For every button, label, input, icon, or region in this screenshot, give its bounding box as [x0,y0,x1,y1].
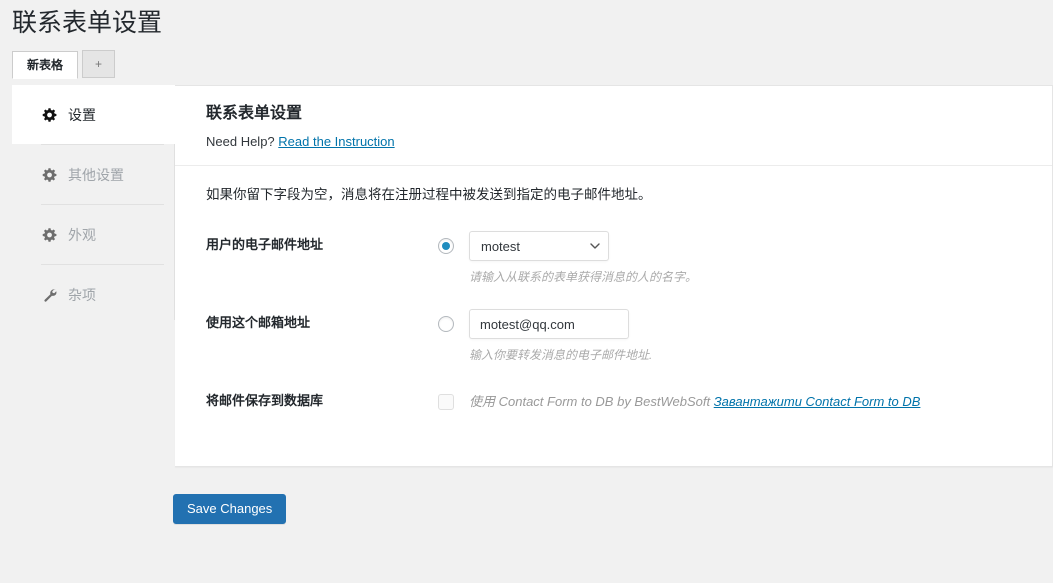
tab-new-form[interactable]: 新表格 [12,51,79,79]
contact-form-settings-page: 联系表单设置 新表格 + 设置 其他设置 外观 杂项 联系表单设置 Need H… [0,0,1053,583]
save-to-db-field-line: 使用 Contact Form to DB by BestWebSoft Зав… [438,387,1032,417]
sidebar-item-label: 外观 [68,226,96,243]
download-cfdb-link[interactable]: Завантажити Contact Form to DB [714,394,921,409]
gear-icon [41,226,59,244]
tab-add-form[interactable]: + [82,50,116,78]
table-row: 使用这个邮箱地址 输入你要转发消息的电子邮件地址. [206,291,1032,369]
settings-panel: 联系表单设置 Need Help? Read the Instruction 如… [175,85,1053,467]
sidebar-item-additional-settings[interactable]: 其他设置 [12,145,174,204]
sidebar-item-settings[interactable]: 设置 [12,85,175,144]
save-to-db-text: 使用 Contact Form to DB by BestWebSoft [469,394,711,409]
save-to-db-checkbox[interactable] [438,394,454,410]
sidebar-item-misc[interactable]: 杂项 [12,265,174,324]
user-email-hint: 请输入从联系的表单获得消息的人的名字。 [469,270,698,284]
custom-email-input[interactable] [469,309,629,339]
need-help-line: Need Help? Read the Instruction [206,133,1032,151]
save-changes-button[interactable]: Save Changes [173,494,287,524]
user-email-radio[interactable] [438,238,454,254]
gear-icon [41,106,59,124]
page-title: 联系表单设置 [12,9,163,37]
user-email-select-value: motest [481,238,521,254]
chevron-down-icon [590,243,600,249]
user-email-field-cell: motest 请输入从联系的表单获得消息的人的名字。 [438,213,1032,291]
intro-text: 如果你留下字段为空，消息将在注册过程中被发送到指定的电子邮件地址。 [206,187,652,202]
sidebar-item-label: 设置 [68,106,96,123]
sidebar-item-appearance[interactable]: 外观 [12,205,174,264]
form-tabs: 新表格 + [12,50,119,79]
settings-layout: 设置 其他设置 外观 杂项 联系表单设置 Need Help? Read the… [12,85,1053,467]
save-to-db-label: 将邮件保存到数据库 [206,393,324,408]
user-email-field-line: motest [438,231,1032,261]
user-email-label: 用户的电子邮件地址 [206,237,324,252]
sidebar-item-label: 其他设置 [68,166,124,183]
wrench-icon [41,286,59,304]
gear-icon [41,166,59,184]
custom-email-radio[interactable] [438,316,454,332]
custom-email-field-cell: 输入你要转发消息的电子邮件地址. [438,291,1032,369]
save-to-db-field-cell: 使用 Contact Form to DB by BestWebSoft Зав… [438,369,1032,423]
settings-sidebar: 设置 其他设置 外观 杂项 [12,85,175,320]
settings-form-table: 用户的电子邮件地址 motest 请输入从联系的表单获得消息的人的名字。 使用这… [206,213,1032,423]
sidebar-item-label: 杂项 [68,286,96,303]
need-help-text: Need Help? [206,134,275,149]
custom-email-label: 使用这个邮箱地址 [206,315,311,330]
save-to-db-description: 使用 Contact Form to DB by BestWebSoft Зав… [469,393,920,411]
user-email-select[interactable]: motest [469,231,609,261]
read-instruction-link[interactable]: Read the Instruction [278,134,394,149]
custom-email-field-line [438,309,1032,339]
panel-title: 联系表单设置 [206,105,303,122]
table-row: 用户的电子邮件地址 motest 请输入从联系的表单获得消息的人的名字。 [206,213,1032,291]
custom-email-hint: 输入你要转发消息的电子邮件地址. [469,348,653,362]
table-row: 将邮件保存到数据库 使用 Contact Form to DB by BestW… [206,369,1032,423]
